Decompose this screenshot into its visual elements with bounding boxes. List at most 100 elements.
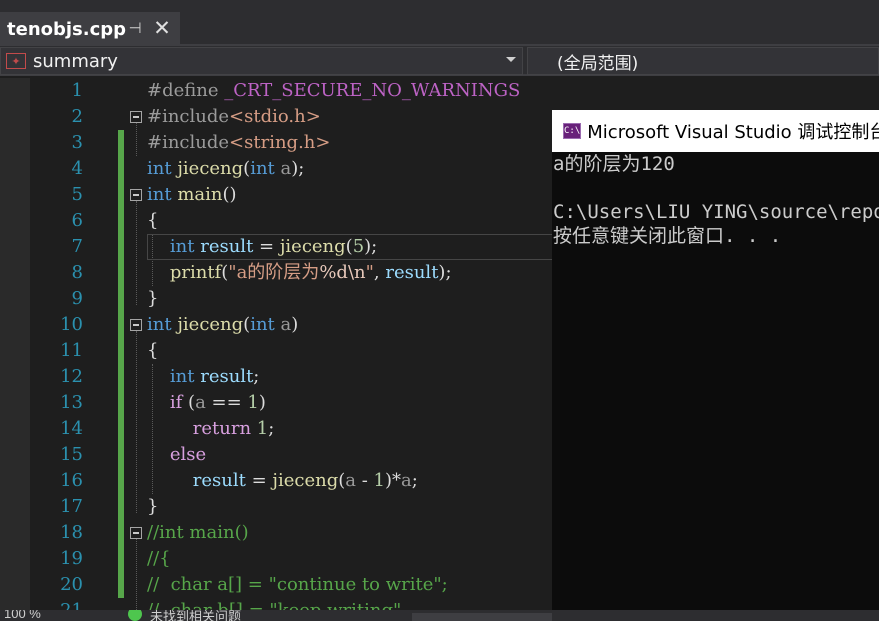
keyword-token: int [147,158,172,179]
code-line[interactable]: if (a == 1) [147,390,266,416]
string-token: " [365,262,374,283]
function-token: jieceng [177,314,244,335]
line-number: 11 [60,340,83,361]
preprocessor-token: #include [147,106,230,127]
fold-guide [136,539,137,610]
chevron-down-icon[interactable] [506,57,516,62]
document-tab[interactable]: tenobjs.cpp ⊣ ✕ [0,12,180,44]
code-line[interactable]: int jieceng(int a); [147,156,304,182]
member-icon: ✦ [6,53,26,69]
code-line[interactable]: return 1; [147,416,275,442]
console-output[interactable]: a的阶层为120 C:\Users\LIU YING\source\repos … [552,152,879,248]
comment-token: //{ [147,548,171,569]
control-keyword-token: else [169,444,207,465]
scope-dropdown-value: (全局范围) [557,53,639,74]
line-number: 14 [60,418,83,439]
include-path-token: <string.h> [229,132,331,153]
operator-token: - [356,470,374,491]
punctuation-token: )* [384,470,402,491]
code-line[interactable]: { [147,208,158,234]
tab-title: tenobjs.cpp [7,18,127,40]
collapse-icon[interactable] [130,527,142,539]
line-number: 9 [71,288,83,309]
code-line[interactable]: printf("a的阶层为%d\n", result); [147,260,452,286]
code-line[interactable]: } [147,286,158,312]
member-dropdown[interactable]: ✦ summary [0,47,523,75]
keyword-token: int [169,236,195,257]
variable-token: result [200,366,254,387]
punctuation-token: ; [253,366,260,387]
parameter-token: a [195,392,206,413]
code-line[interactable]: //{ [147,546,171,572]
code-line[interactable]: int result = jieceng(5); [147,234,377,260]
punctuation-token: { [147,340,159,361]
punctuation-token: () [222,184,237,205]
line-number: 1 [71,80,83,101]
punctuation-token: ; [268,418,275,439]
console-line: 按任意键关闭此窗口. . . [553,225,782,247]
horizontal-scrollbar[interactable] [412,613,552,621]
variable-token: result [200,236,254,257]
issues-status[interactable]: 未找到相关问题 [150,610,241,621]
fold-guide [136,201,137,305]
code-line[interactable]: #include<string.h> [147,130,330,156]
keyword-token: int [147,314,172,335]
code-line[interactable]: result = jieceng(a - 1)*a; [147,468,418,494]
navigation-bar: ✦ summary (全局范围) [0,44,879,76]
code-line[interactable]: #define _CRT_SECURE_NO_WARNINGS [147,78,520,104]
code-editor[interactable]: 1 2 3 4 5 6 7 8 9 10 11 12 13 14 15 16 1… [0,78,552,610]
console-line: C:\Users\LIU YING\source\repos [553,201,879,223]
collapse-icon[interactable] [130,111,142,123]
zoom-level[interactable]: 100 % [4,610,41,621]
code-line[interactable]: else [147,442,206,468]
line-number: 21 [0,598,83,610]
function-token: main [177,184,223,205]
punctuation-token: ) [258,392,266,413]
operator-token: = [245,470,273,491]
scope-dropdown[interactable]: (全局范围) [527,47,879,75]
line-number: 3 [71,132,83,153]
code-line[interactable]: #include<stdio.h> [147,104,321,130]
check-circle-icon [128,610,142,621]
number-token: 5 [352,236,365,257]
console-title: Microsoft Visual Studio 调试控制台 [587,122,879,143]
code-line[interactable]: //int main() [147,520,249,546]
parameter-token: a [280,314,292,335]
include-path-token: <stdio.h> [229,106,321,127]
debug-console-window[interactable]: C:\ Microsoft Visual Studio 调试控制台 a的阶层为1… [552,110,879,610]
line-number: 20 [60,574,83,595]
comment-token: //int main() [147,522,249,543]
punctuation-token: ); [364,236,378,257]
collapse-icon[interactable] [130,319,142,331]
line-number: 2 [71,106,83,127]
parameter-token: a [280,158,292,179]
code-line[interactable]: int main() [147,182,237,208]
line-number: 7 [71,236,83,257]
comment-token: // char a[] = "continue to write"; [147,574,448,595]
line-number: 10 [60,314,83,335]
punctuation-token: ; [411,470,418,491]
macro-token: _CRT_SECURE_NO_WARNINGS [224,80,521,101]
console-title-bar[interactable]: C:\ Microsoft Visual Studio 调试控制台 [552,110,879,152]
variable-token: result [385,262,439,283]
line-number: 6 [71,210,83,231]
function-token: printf [169,262,222,283]
code-line[interactable]: // char b[] = "keep writing" [147,598,401,610]
parameter-token: a [345,470,356,491]
code-line[interactable]: int result; [147,364,259,390]
function-token: jieceng [279,236,346,257]
document-tab-bar: tenobjs.cpp ⊣ ✕ [0,0,879,44]
punctuation-token: } [147,288,159,309]
pin-icon[interactable]: ⊣ [126,19,144,37]
code-line[interactable]: // char a[] = "continue to write"; [147,572,448,598]
editor-status-bar: 100 % 未找到相关问题 [0,610,879,621]
punctuation-token: , [373,262,386,283]
code-line[interactable]: int jieceng(int a) [147,312,298,338]
console-line: a的阶层为120 [553,153,675,175]
collapse-icon[interactable] [130,189,142,201]
code-line[interactable]: { [147,338,158,364]
code-line[interactable]: } [147,494,158,520]
format-specifier-token: %d\n [319,262,366,283]
close-icon[interactable]: ✕ [150,16,174,41]
